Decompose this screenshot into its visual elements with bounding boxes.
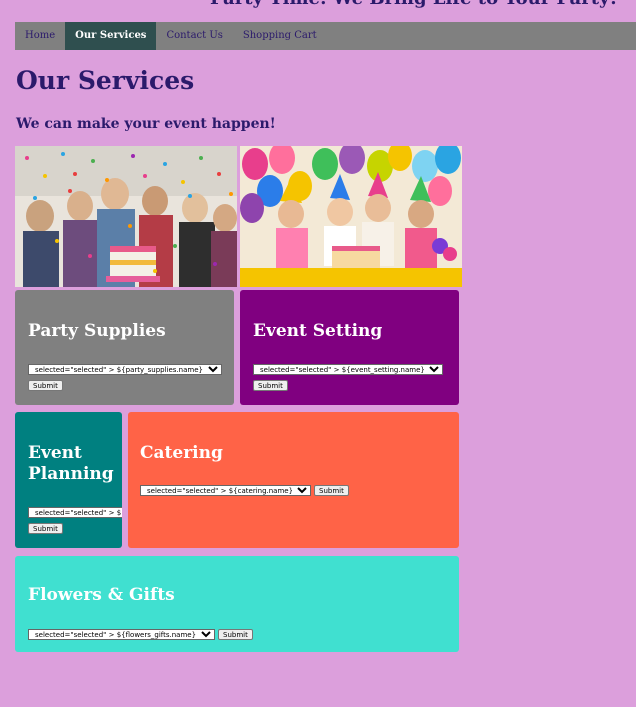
page-title: Our Services xyxy=(16,66,195,95)
party-crowd-photo xyxy=(15,146,237,287)
event-planning-submit-button[interactable]: Submit xyxy=(28,523,63,534)
event-setting-card: Event Setting selected="selected" > ${ev… xyxy=(240,290,459,405)
event-planning-card: Event Planning selected="selected" > ${e… xyxy=(15,412,122,548)
main-nav: Home Our Services Contact Us Shopping Ca… xyxy=(15,22,636,50)
party-supplies-submit-button[interactable]: Submit xyxy=(28,380,63,391)
flowers-gifts-card: Flowers & Gifts selected="selected" > ${… xyxy=(15,556,459,652)
event-setting-submit-button[interactable]: Submit xyxy=(253,380,288,391)
party-supplies-card: Party Supplies selected="selected" > ${p… xyxy=(15,290,234,405)
catering-card: Catering selected="selected" > ${caterin… xyxy=(128,412,459,548)
kids-birthday-photo xyxy=(240,146,462,287)
catering-title: Catering xyxy=(140,443,223,463)
catering-submit-button[interactable]: Submit xyxy=(314,485,349,496)
event-planning-title: Event Planning xyxy=(28,443,114,484)
event-setting-select[interactable]: selected="selected" > ${event_setting.na… xyxy=(253,364,443,375)
flowers-gifts-title: Flowers & Gifts xyxy=(28,585,175,605)
party-supplies-title: Party Supplies xyxy=(28,321,166,341)
nav-home[interactable]: Home xyxy=(15,22,65,50)
nav-contact-us[interactable]: Contact Us xyxy=(156,22,232,50)
nav-shopping-cart[interactable]: Shopping Cart xyxy=(233,22,327,50)
flowers-gifts-submit-button[interactable]: Submit xyxy=(218,629,253,640)
flowers-gifts-select[interactable]: selected="selected" > ${flowers_gifts.na… xyxy=(28,629,215,640)
nav-our-services[interactable]: Our Services xyxy=(65,22,157,50)
catering-select[interactable]: selected="selected" > ${catering.name} xyxy=(140,485,311,496)
site-tagline: Party Time: We Bring Life to Your Party! xyxy=(210,0,617,9)
event-planning-select[interactable]: selected="selected" > ${event_planning.n… xyxy=(28,507,122,518)
event-setting-title: Event Setting xyxy=(253,321,383,341)
party-supplies-select[interactable]: selected="selected" > ${party_supplies.n… xyxy=(28,364,222,375)
page-subtitle: We can make your event happen! xyxy=(16,116,276,132)
